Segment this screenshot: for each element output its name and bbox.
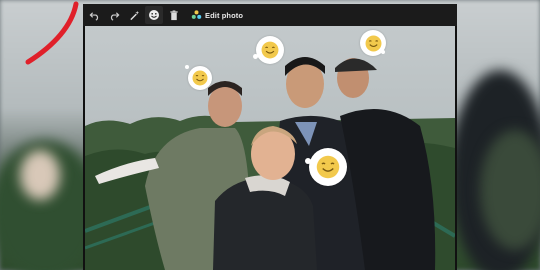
smiley-icon — [149, 10, 159, 20]
redo-button[interactable] — [105, 6, 123, 24]
redo-icon — [110, 11, 119, 21]
undo-button[interactable] — [85, 6, 103, 24]
sticker-face[interactable] — [253, 36, 284, 64]
auto-enhance-button[interactable] — [125, 6, 143, 24]
photo-canvas[interactable] — [85, 26, 455, 270]
photo-editor-window: Edit photo — [83, 4, 457, 270]
sticker-face[interactable] — [360, 30, 386, 56]
editor-toolbar: Edit photo — [83, 4, 457, 26]
edit-photo-button[interactable]: Edit photo — [191, 10, 243, 20]
trash-icon — [170, 9, 178, 20]
sticker-face[interactable] — [305, 148, 347, 186]
edit-photo-icon — [191, 10, 202, 19]
delete-button[interactable] — [165, 6, 183, 24]
edit-photo-label: Edit photo — [205, 10, 244, 20]
smiley-sticker-icon — [261, 41, 279, 59]
smiley-sticker-icon — [192, 70, 208, 86]
smiley-sticker-icon — [316, 155, 340, 179]
undo-icon — [89, 11, 98, 21]
stickers-button[interactable] — [145, 6, 163, 24]
sticker-face[interactable] — [185, 65, 212, 90]
smiley-sticker-icon — [365, 35, 381, 51]
magic-wand-icon — [129, 10, 139, 20]
